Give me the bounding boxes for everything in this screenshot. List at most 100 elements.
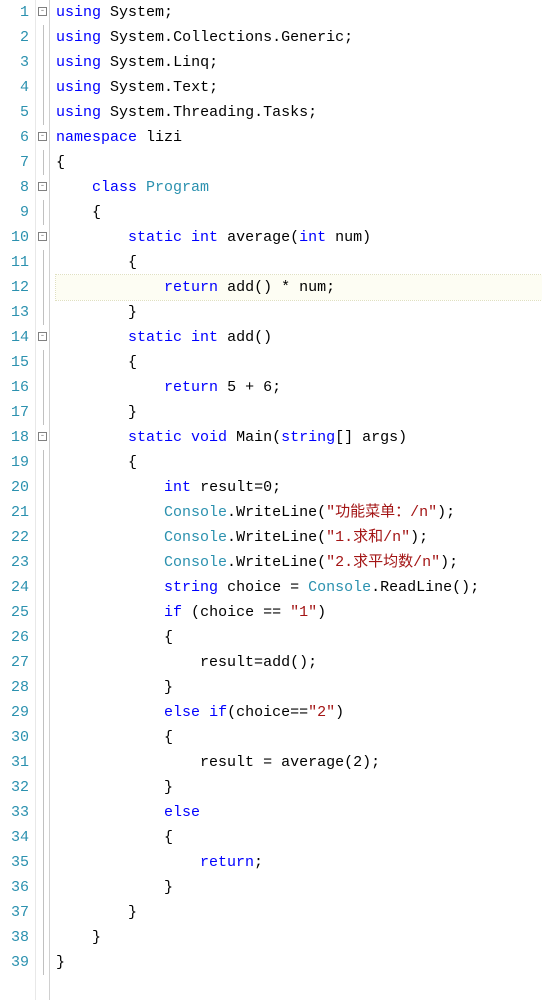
token-txt: ( [344,754,353,771]
code-line[interactable]: using System.Threading.Tasks; [56,100,542,125]
token-txt: ( [317,504,326,521]
line-number-gutter: 1234567891011121314151617181920212223242… [0,0,36,1000]
code-line[interactable]: return; [56,850,542,875]
line-number: 7 [0,150,29,175]
token-txt: add [263,654,290,671]
code-line[interactable]: else [56,800,542,825]
token-txt: ) [410,529,419,546]
token-kw: using [56,54,101,71]
code-editor[interactable]: 1234567891011121314151617181920212223242… [0,0,542,1000]
fold-guide [36,675,49,700]
token-txt: System [110,54,164,71]
line-number: 22 [0,525,29,550]
code-line[interactable]: static int add() [56,325,542,350]
token-txt [191,479,200,496]
token-txt [227,429,236,446]
code-line[interactable]: using System.Linq; [56,50,542,75]
code-line[interactable]: } [56,400,542,425]
line-number: 6 [0,125,29,150]
code-line[interactable]: Console.WriteLine("功能菜单：/n"); [56,500,542,525]
fold-guide [36,600,49,625]
fold-toggle-icon[interactable]: - [36,325,49,350]
code-line[interactable]: } [56,900,542,925]
code-line[interactable]: if (choice == "1") [56,600,542,625]
token-txt: [] [335,429,362,446]
token-txt: ; [470,579,479,596]
code-line[interactable]: result = average(2); [56,750,542,775]
token-str: "1.求和/n" [326,529,410,546]
code-line[interactable]: using System; [56,0,542,25]
line-number: 36 [0,875,29,900]
token-num: 2 [353,754,362,771]
token-txt [137,129,146,146]
token-txt: ) [362,229,371,246]
token-txt [254,754,263,771]
token-txt: } [56,404,137,421]
token-txt: ; [371,754,380,771]
fold-gutter[interactable]: - - - - - - [36,0,50,1000]
code-line[interactable]: Console.WriteLine("1.求和/n"); [56,525,542,550]
code-line[interactable]: Console.WriteLine("2.求平均数/n"); [56,550,542,575]
fold-toggle-icon[interactable]: - [36,125,49,150]
fold-guide [36,100,49,125]
code-line[interactable]: return add() * num; [56,275,542,300]
line-number: 23 [0,550,29,575]
fold-toggle-icon[interactable]: - [36,175,49,200]
line-number: 35 [0,850,29,875]
fold-guide [36,475,49,500]
code-line[interactable]: static int average(int num) [56,225,542,250]
fold-toggle-icon[interactable]: - [36,0,49,25]
token-num: 0 [263,479,272,496]
fold-guide [36,350,49,375]
code-line[interactable]: } [56,775,542,800]
code-line[interactable]: { [56,450,542,475]
token-txt [272,279,281,296]
fold-toggle-icon[interactable]: - [36,225,49,250]
line-number: 8 [0,175,29,200]
code-line[interactable]: } [56,675,542,700]
token-kw: string [164,579,218,596]
code-line[interactable]: { [56,150,542,175]
code-line[interactable]: { [56,825,542,850]
code-line[interactable]: { [56,350,542,375]
code-area[interactable]: using System;using System.Collections.Ge… [50,0,542,1000]
token-txt: ( [317,529,326,546]
code-line[interactable]: static void Main(string[] args) [56,425,542,450]
code-line[interactable]: else if(choice=="2") [56,700,542,725]
code-line[interactable]: { [56,200,542,225]
token-txt: System [110,79,164,96]
token-txt: ( [272,429,281,446]
code-line[interactable]: } [56,875,542,900]
code-line[interactable]: { [56,250,542,275]
code-line[interactable]: } [56,300,542,325]
token-txt: } [56,929,101,946]
code-line[interactable]: { [56,725,542,750]
token-txt: Generic [281,29,344,46]
fold-guide [36,575,49,600]
code-line[interactable]: } [56,925,542,950]
token-txt: } [56,304,137,321]
token-txt: ; [326,279,335,296]
token-txt: () [254,279,272,296]
token-txt [218,279,227,296]
code-line[interactable]: class Program [56,175,542,200]
token-kw: static [128,229,182,246]
code-line[interactable]: } [56,950,542,975]
code-line[interactable]: string choice = Console.ReadLine(); [56,575,542,600]
token-txt: () [290,654,308,671]
fold-guide [36,550,49,575]
code-line[interactable]: using System.Text; [56,75,542,100]
token-txt: Text [173,79,209,96]
fold-toggle-icon[interactable]: - [36,425,49,450]
code-line[interactable]: result=add(); [56,650,542,675]
token-txt: . [164,54,173,71]
code-line[interactable]: { [56,625,542,650]
code-line[interactable]: return 5 + 6; [56,375,542,400]
code-line[interactable]: using System.Collections.Generic; [56,25,542,50]
line-number: 24 [0,575,29,600]
token-txt: Tasks [263,104,308,121]
code-line[interactable]: int result=0; [56,475,542,500]
token-txt [101,4,110,21]
code-line[interactable]: namespace lizi [56,125,542,150]
token-txt: { [56,454,137,471]
